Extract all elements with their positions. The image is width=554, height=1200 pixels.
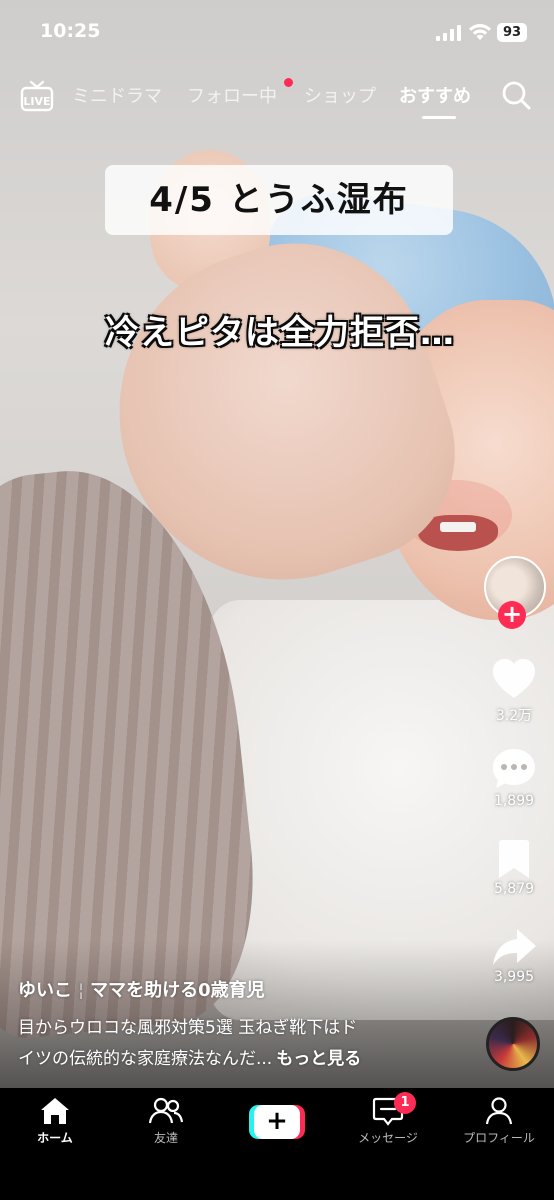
author-name[interactable]: ゆいこ <box>18 980 72 1001</box>
nav-profile-label: プロフィール <box>463 1131 535 1145</box>
search-icon[interactable] <box>501 80 531 110</box>
status-bar: 10:25 93 <box>0 18 554 50</box>
following-notification-dot <box>284 78 293 87</box>
wifi-icon <box>469 24 491 40</box>
post-author[interactable]: ゆいこ ¦ ママを助ける0歳育児 <box>18 976 265 1002</box>
comment-icon[interactable] <box>489 746 539 792</box>
messages-badge: 1 <box>394 1092 416 1114</box>
bookmark-icon[interactable] <box>489 836 539 882</box>
video-teeth <box>440 522 476 532</box>
tab-for-you[interactable]: おすすめ <box>399 82 471 108</box>
post-description[interactable]: 目からウロコな風邪対策5選 玉ねぎ靴下はド イツの伝統的な家庭療法なんだ... も… <box>18 1013 428 1075</box>
like-count: 3.2万 <box>495 708 533 724</box>
tab-shop[interactable]: ショップ <box>304 82 376 108</box>
share-icon[interactable] <box>489 924 539 970</box>
follow-button[interactable]: + <box>498 601 526 629</box>
plus-icon: + <box>254 1105 300 1139</box>
author-separator: ¦ <box>78 980 85 1001</box>
share-count: 3,995 <box>493 969 535 985</box>
description-line-1: 目からウロコな風邪対策5選 玉ねぎ靴下はド <box>18 1018 358 1038</box>
bottom-navigation: ホーム 友達 + メッセージ 1 プロフィール <box>0 1088 554 1200</box>
nav-friends[interactable]: 友達 <box>116 1096 216 1146</box>
live-icon[interactable]: LIVE <box>20 80 54 112</box>
video-player[interactable]: 4/5 とうふ湿布 冷えピタは全力拒否… <box>0 0 554 1088</box>
tab-following[interactable]: フォロー中 <box>187 82 277 108</box>
create-button[interactable]: + <box>249 1105 305 1139</box>
tab-mini-drama[interactable]: ミニドラマ <box>72 82 162 108</box>
music-disc-icon[interactable] <box>486 1017 540 1071</box>
nav-friends-label: 友達 <box>153 1131 178 1145</box>
active-tab-indicator <box>422 116 456 119</box>
description-line-2-wrap: イツの伝統的な家庭療法なんだ... もっと見る <box>18 1044 428 1075</box>
profile-icon <box>485 1097 513 1125</box>
caption-top: 4/5 とうふ湿布 <box>105 165 453 235</box>
author-bio[interactable]: ママを助ける0歳育児 <box>90 980 265 1001</box>
battery-indicator: 93 <box>497 23 527 42</box>
cellular-signal-icon <box>436 25 461 41</box>
comment-count: 1,899 <box>493 793 535 809</box>
description-line-2: イツの伝統的な家庭療法なんだ... <box>18 1049 273 1069</box>
bookmark-count: 5,879 <box>493 881 535 897</box>
nav-home-label: ホーム <box>37 1131 73 1145</box>
friends-icon <box>149 1097 183 1124</box>
nav-messages[interactable]: メッセージ <box>338 1096 438 1146</box>
top-navigation: LIVE ミニドラマ フォロー中 ショップ おすすめ <box>0 78 554 122</box>
home-icon <box>41 1098 69 1124</box>
caption-main: 冷えピタは全力拒否… <box>105 313 455 353</box>
nav-home[interactable]: ホーム <box>5 1096 105 1146</box>
nav-profile[interactable]: プロフィール <box>449 1096 549 1146</box>
see-more-link[interactable]: もっと見る <box>276 1049 361 1069</box>
heart-icon[interactable] <box>489 656 539 702</box>
status-time: 10:25 <box>40 20 101 42</box>
nav-messages-label: メッセージ <box>358 1131 418 1145</box>
live-label: LIVE <box>23 95 50 108</box>
